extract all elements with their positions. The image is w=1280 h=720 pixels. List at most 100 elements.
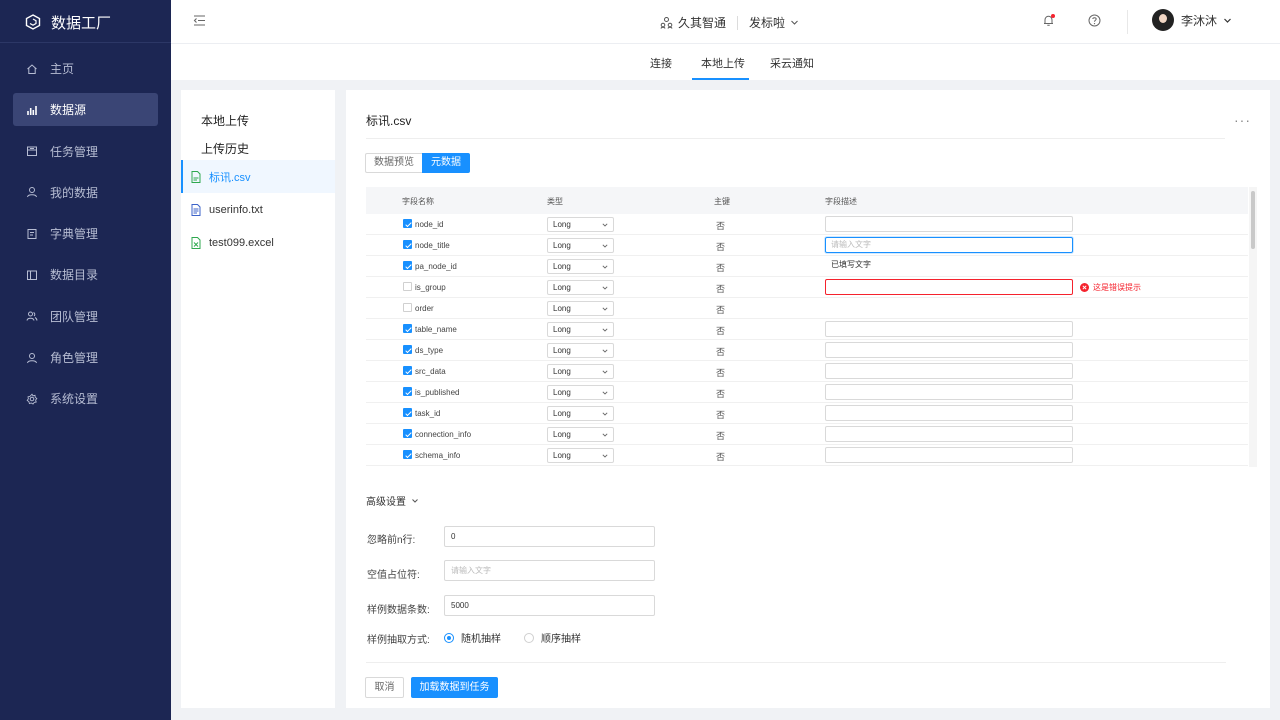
description-input[interactable] [825,279,1073,295]
header-separator [737,15,739,30]
project-name: 发标啦 [749,16,786,30]
type-select[interactable]: Long [547,238,614,253]
type-select[interactable]: Long [547,364,614,379]
upload-history-heading[interactable]: 上传历史 [201,140,249,157]
description-input[interactable]: 请输入文字 [825,237,1073,253]
sidebar-item-home[interactable]: 主页 [13,52,158,85]
primary-key-value: 否 [716,452,726,462]
sidebar-item-tasks[interactable]: 任务管理 [13,135,158,168]
row-checkbox[interactable] [403,387,412,396]
company-switcher: 久其智通 发标啦 [660,14,799,31]
notification-button[interactable] [1042,14,1055,27]
sidebar-item-settings[interactable]: 系统设置 [13,382,158,415]
local-upload-heading[interactable]: 本地上传 [201,112,249,129]
file-item[interactable]: userinfo.txt [181,193,335,226]
description-input[interactable] [825,321,1073,337]
field-name: node_id [415,220,444,229]
row-checkbox[interactable] [403,408,412,417]
header-separator [1127,10,1128,34]
row-checkbox[interactable] [403,240,412,249]
file-item[interactable]: 标讯.csv [181,160,335,193]
tab-data-preview[interactable]: 数据预览 [365,153,422,173]
tab-local-upload[interactable]: 本地上传 [701,55,745,71]
type-select[interactable]: Long [547,448,614,463]
load-to-task-button[interactable]: 加载数据到任务 [411,677,498,698]
type-select[interactable]: Long [547,343,614,358]
more-options-button[interactable]: ··· [1234,112,1251,128]
type-value: Long [553,388,571,397]
row-checkbox[interactable] [403,303,412,312]
type-select[interactable]: Long [547,301,614,316]
row-checkbox[interactable] [403,324,412,333]
row-checkbox[interactable] [403,366,412,375]
sidebar-divider [0,42,171,43]
company-name[interactable]: 久其智通 [678,14,726,31]
skip-rows-input[interactable]: 0 [444,526,655,547]
field-name: is_group [415,283,446,292]
radio-label: 随机抽样 [461,634,501,645]
brand[interactable]: 数据工厂 [25,12,111,32]
tab-metadata[interactable]: 元数据 [422,153,470,173]
page-title: 标讯.csv [366,114,412,128]
row-checkbox[interactable] [403,282,412,291]
scrollbar-thumb[interactable] [1251,191,1255,249]
type-select[interactable]: Long [547,385,614,400]
description-text[interactable]: 已填写文字 [825,258,1073,274]
radio-sequential-sampling[interactable]: 顺序抽样 [524,630,581,645]
table-scrollbar[interactable] [1249,187,1257,467]
description-input[interactable] [825,363,1073,379]
row-checkbox[interactable] [403,345,412,354]
sidebar-item-label: 团队管理 [50,309,99,324]
user-menu[interactable]: 李沐沐 [1152,9,1232,31]
null-placeholder-input[interactable]: 请输入文字 [444,560,655,581]
description-input[interactable] [825,405,1073,421]
tab-connection[interactable]: 连接 [650,55,672,71]
type-select[interactable]: Long [547,217,614,232]
type-value: Long [553,430,571,439]
primary-key-value: 否 [716,389,726,399]
help-icon[interactable] [1088,14,1101,27]
description-input[interactable] [825,216,1073,232]
type-value: Long [553,325,571,334]
type-value: Long [553,283,571,292]
type-select[interactable]: Long [547,406,614,421]
table-row: pa_node_id Long 否 已填写文字 [366,256,1248,277]
radio-random-sampling[interactable]: 随机抽样 [444,630,501,645]
radio-dot [524,632,534,643]
type-value: Long [553,304,571,313]
sample-count-label: 样例数据条数: [367,605,430,616]
row-checkbox[interactable] [403,450,412,459]
sidebar-item-team[interactable]: 团队管理 [13,300,158,333]
sidebar-item-roles[interactable]: 角色管理 [13,341,158,374]
row-checkbox[interactable] [403,429,412,438]
row-checkbox[interactable] [403,261,412,270]
project-dropdown[interactable]: 发标啦 [749,14,799,31]
file-item[interactable]: test099.excel [181,226,335,259]
sidebar-item-mydata[interactable]: 我的数据 [13,176,158,209]
sample-count-input[interactable]: 5000 [444,595,655,616]
sidebar-item-catalog[interactable]: 数据目录 [13,258,158,291]
description-input[interactable] [825,447,1073,463]
type-select[interactable]: Long [547,280,614,295]
description-input[interactable] [825,426,1073,442]
collapse-menu-icon[interactable] [193,14,206,27]
tab-caiyun-notice[interactable]: 采云通知 [770,55,814,71]
table-row: node_title Long 否 请输入文字 [366,235,1248,256]
col-header-type: 类型 [547,197,563,206]
type-select[interactable]: Long [547,427,614,442]
advanced-settings-toggle[interactable]: 高级设置 [366,493,419,508]
type-select[interactable]: Long [547,259,614,274]
type-value: Long [553,367,571,376]
description-input[interactable] [825,342,1073,358]
description-input[interactable] [825,384,1073,400]
type-select[interactable]: Long [547,322,614,337]
cancel-button[interactable]: 取消 [365,677,404,698]
chevron-down-icon [602,223,608,227]
team-icon [26,311,38,321]
row-checkbox[interactable] [403,219,412,228]
advanced-settings-title: 高级设置 [366,497,406,508]
sidebar-item-dictionary[interactable]: 字典管理 [13,217,158,250]
title-divider [366,138,1225,139]
view-segmented-control: 数据预览 元数据 [365,153,470,173]
sidebar-item-datasource[interactable]: 数据源 [13,93,158,127]
